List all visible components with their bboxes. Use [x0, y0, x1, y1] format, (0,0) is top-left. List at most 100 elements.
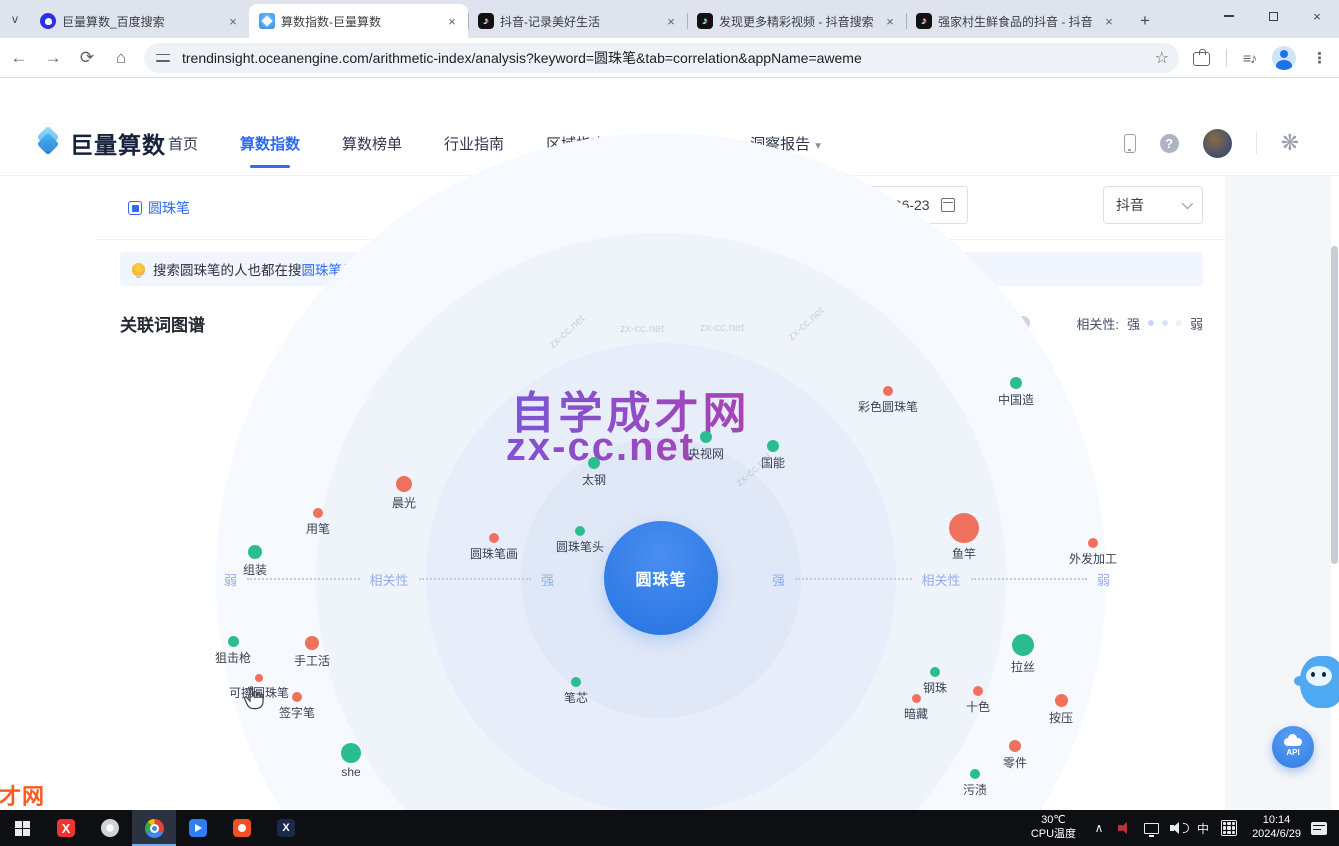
notification-center-icon[interactable] — [1311, 822, 1327, 835]
node-dot-icon[interactable] — [313, 508, 323, 518]
node-dot-icon[interactable] — [227, 636, 238, 647]
node-dot-icon[interactable] — [700, 431, 712, 443]
graph-node[interactable]: 签字笔 — [279, 692, 315, 721]
platform-value[interactable]: 抖音 — [1116, 195, 1144, 215]
node-dot-icon[interactable] — [255, 674, 263, 682]
node-dot-icon[interactable] — [588, 457, 600, 469]
keyword-chip[interactable]: 圆珠笔 — [128, 198, 190, 218]
graph-node[interactable]: 暗藏 — [904, 694, 928, 722]
graph-node[interactable]: 晨光 — [392, 476, 416, 511]
center-keyword-node[interactable]: 圆珠笔 — [604, 521, 718, 635]
taskbar-app-navy[interactable]: X — [264, 810, 308, 846]
back-button[interactable]: ← — [4, 43, 34, 73]
forward-button[interactable]: → — [38, 43, 68, 73]
graph-node[interactable]: 狙击枪 — [215, 636, 251, 666]
node-dot-icon[interactable] — [489, 533, 499, 543]
close-tab-icon[interactable]: × — [882, 13, 898, 29]
graph-node[interactable]: she — [341, 743, 361, 779]
close-tab-icon[interactable]: × — [663, 13, 679, 29]
graph-node[interactable]: 十色 — [966, 686, 990, 715]
graph-node[interactable]: 鱼竿 — [949, 513, 979, 562]
keyword-label[interactable]: 圆珠笔 — [148, 198, 190, 218]
browser-tab[interactable]: 巨量算数_百度搜索× — [30, 4, 249, 38]
graph-node[interactable]: 拉丝 — [1011, 634, 1035, 675]
mascot-widget[interactable] — [1294, 650, 1339, 714]
graph-node[interactable]: 用笔 — [306, 508, 330, 537]
node-dot-icon[interactable] — [883, 386, 893, 396]
graph-node[interactable]: 外发加工 — [1069, 538, 1117, 567]
taskbar-app-orange[interactable] — [220, 810, 264, 846]
maximize-button[interactable] — [1251, 0, 1295, 32]
node-dot-icon[interactable] — [396, 476, 412, 492]
nav-item-算数指数[interactable]: 算数指数 — [240, 133, 300, 154]
nav-item-首页[interactable]: 首页 — [168, 133, 198, 154]
graph-node[interactable]: 国能 — [761, 440, 785, 471]
volume-icon[interactable] — [1164, 810, 1190, 846]
scrollbar-thumb[interactable] — [1331, 246, 1338, 564]
calendar-icon[interactable] — [941, 198, 955, 212]
node-dot-icon[interactable] — [1054, 694, 1067, 707]
graph-node[interactable]: 圆珠笔头 — [556, 526, 604, 555]
graph-node[interactable]: 太钢 — [582, 457, 606, 488]
node-dot-icon[interactable] — [767, 440, 779, 452]
close-tab-icon[interactable]: × — [225, 13, 241, 29]
taskbar-clock[interactable]: 10:14 2024/6/29 — [1252, 814, 1301, 842]
taskbar-app-gray-browser[interactable] — [88, 810, 132, 846]
node-dot-icon[interactable] — [248, 545, 262, 559]
graph-node[interactable]: 组装 — [243, 545, 267, 578]
ime-grid-icon[interactable] — [1216, 810, 1242, 846]
extensions-icon[interactable] — [1193, 49, 1210, 66]
node-dot-icon[interactable] — [973, 686, 983, 696]
start-button[interactable] — [0, 810, 44, 846]
browser-tab[interactable]: 算数指数-巨量算数× — [249, 4, 468, 38]
home-button[interactable]: ⌂ — [106, 43, 136, 73]
graph-node[interactable]: 手工活 — [294, 636, 330, 669]
oceanengine-logo-icon[interactable]: ❋ — [1281, 130, 1299, 156]
node-dot-icon[interactable] — [575, 526, 585, 536]
close-window-button[interactable]: × — [1295, 0, 1339, 32]
taskbar-app-blue-player[interactable] — [176, 810, 220, 846]
node-dot-icon[interactable] — [571, 677, 581, 687]
graph-node[interactable]: 央视网 — [688, 431, 724, 462]
muted-speaker-icon[interactable] — [1112, 810, 1138, 846]
browser-tab[interactable]: 强家村生鲜食品的抖音 - 抖音× — [906, 4, 1125, 38]
graph-node[interactable]: 中国造 — [998, 377, 1034, 408]
user-avatar[interactable] — [1203, 129, 1232, 158]
graph-node[interactable]: 圆珠笔画 — [470, 533, 518, 562]
close-tab-icon[interactable]: × — [444, 13, 460, 29]
browser-profile-avatar[interactable] — [1272, 46, 1296, 70]
graph-node[interactable]: 污渍 — [963, 769, 987, 798]
address-bar[interactable]: trendinsight.oceanengine.com/arithmetic-… — [144, 43, 1179, 73]
api-float-button[interactable]: API — [1272, 726, 1314, 768]
ime-indicator[interactable]: 中 — [1190, 810, 1216, 846]
graph-node[interactable]: 彩色圆珠笔 — [858, 386, 918, 415]
graph-node[interactable]: 按压 — [1049, 694, 1073, 726]
node-dot-icon[interactable] — [970, 769, 980, 779]
taskbar-app-chrome[interactable] — [132, 810, 176, 846]
help-icon[interactable]: ? — [1160, 134, 1179, 153]
platform-select[interactable]: 抖音 — [1103, 186, 1203, 224]
node-dot-icon[interactable] — [1010, 377, 1022, 389]
display-network-icon[interactable] — [1138, 810, 1164, 846]
reload-button[interactable]: ⟳ — [72, 43, 102, 73]
nav-item-行业指南[interactable]: 行业指南 — [444, 133, 504, 154]
browser-tab[interactable]: 发现更多精彩视频 - 抖音搜索× — [687, 4, 906, 38]
keyword-checkbox-icon[interactable] — [128, 201, 142, 215]
browser-tab[interactable]: 抖音-记录美好生活× — [468, 4, 687, 38]
node-dot-icon[interactable] — [1088, 538, 1098, 548]
cpu-temp-widget[interactable]: 30℃ CPU温度 — [1031, 814, 1076, 842]
url-text[interactable]: trendinsight.oceanengine.com/arithmetic-… — [182, 48, 1155, 68]
node-dot-icon[interactable] — [911, 694, 920, 703]
nav-item-算数榜单[interactable]: 算数榜单 — [342, 133, 402, 154]
node-dot-icon[interactable] — [292, 692, 302, 702]
node-dot-icon[interactable] — [1012, 634, 1034, 656]
new-tab-button[interactable]: + — [1131, 7, 1159, 35]
node-dot-icon[interactable] — [341, 743, 361, 763]
node-dot-icon[interactable] — [930, 667, 940, 677]
graph-node[interactable]: 笔芯 — [564, 677, 588, 706]
node-dot-icon[interactable] — [305, 636, 319, 650]
bookmark-star-icon[interactable]: ☆ — [1155, 48, 1169, 68]
minimize-button[interactable] — [1207, 0, 1251, 32]
taskbar-app-red-x[interactable]: X — [44, 810, 88, 846]
graph-node[interactable]: 钢珠 — [923, 667, 947, 696]
